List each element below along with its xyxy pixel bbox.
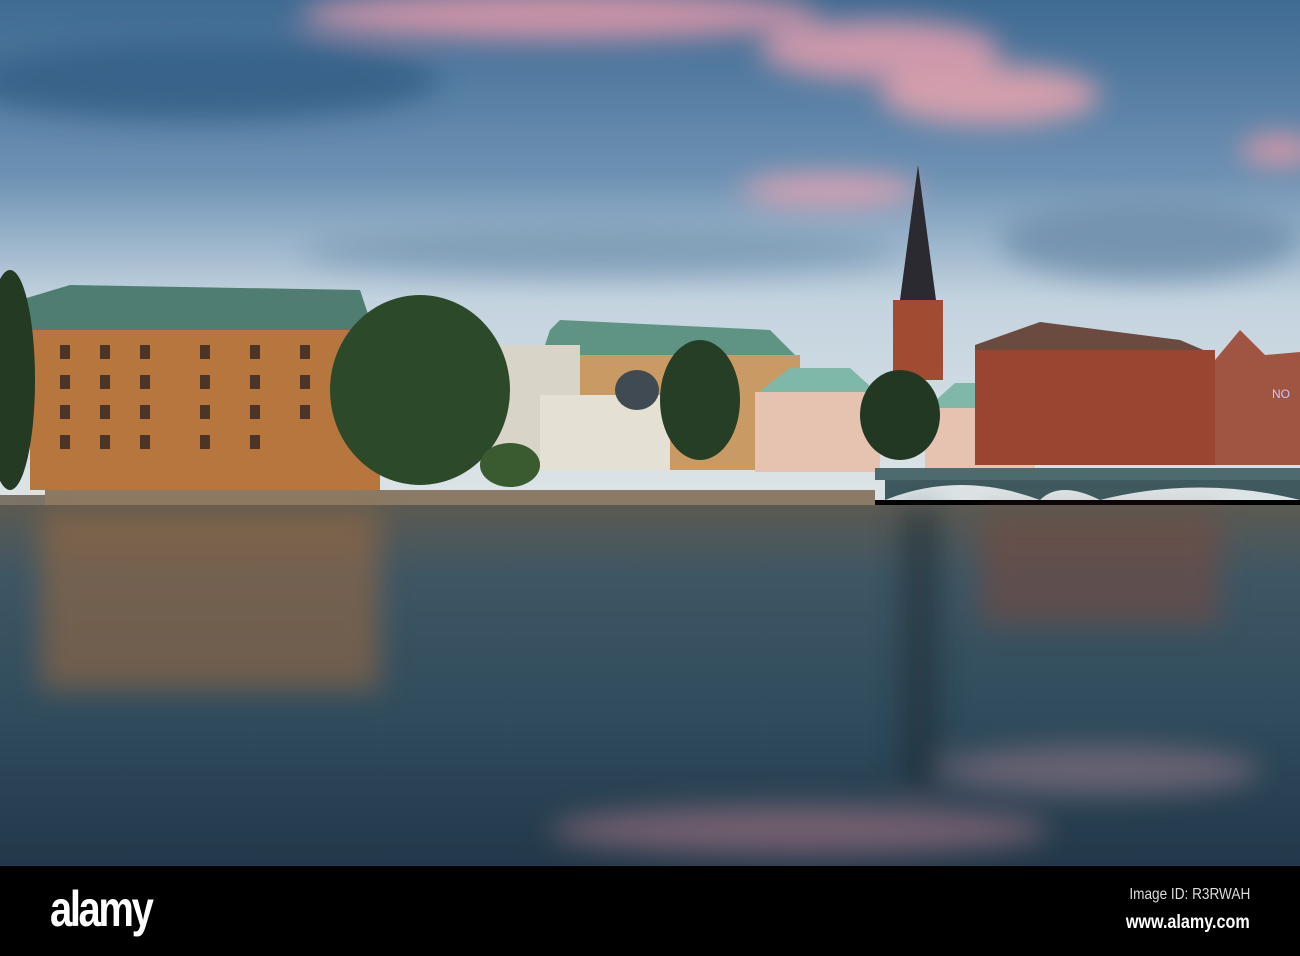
photo-riverside-cityscape: NO xyxy=(0,0,1300,866)
image-id: Image ID: R3RWAH xyxy=(1129,886,1250,903)
stock-photo: NO alamy Image ID: R3RWAH www.alamy.com xyxy=(0,0,1300,956)
watermark-url: www.alamy.com xyxy=(1126,912,1250,933)
alamy-logo: alamy xyxy=(50,881,154,937)
building-sign: NO xyxy=(1272,387,1290,401)
river-water xyxy=(0,505,1300,866)
watermark-bar: alamy Image ID: R3RWAH www.alamy.com xyxy=(0,866,1300,956)
